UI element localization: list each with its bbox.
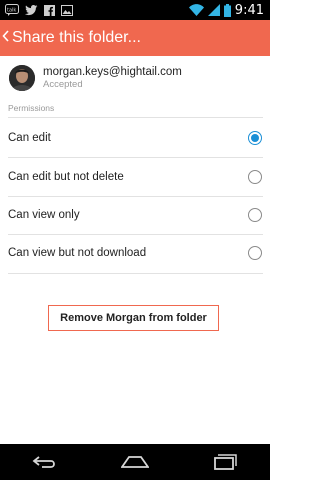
talk-icon: talk [5,3,19,17]
status-bar: talk 9:41 [0,0,270,20]
permission-option-can-view-only[interactable]: Can view only [0,196,270,234]
divider [8,273,263,274]
permissions-label: Permissions [8,103,55,113]
page-title: Share this folder... [12,29,141,46]
radio-button[interactable] [248,170,262,184]
wifi-icon [188,3,204,17]
svg-text:talk: talk [7,8,16,14]
permission-option-can-edit[interactable]: Can edit [0,119,270,157]
notification-icons: talk [0,3,73,17]
twitter-icon [25,3,38,17]
radio-dot [251,134,259,142]
remove-user-button[interactable]: Remove Morgan from folder [48,305,219,331]
app-bar: Share this folder... [0,20,270,56]
signal-icon [207,3,220,17]
image-icon [61,3,73,17]
radio-button[interactable] [248,208,262,222]
permission-option-can-view-not-download[interactable]: Can view but not download [0,234,270,272]
clock: 9:41 [234,2,264,18]
radio-button-checked[interactable] [248,131,262,145]
permission-option-can-edit-not-delete[interactable]: Can edit but not delete [0,158,270,196]
shared-user-row: morgan.keys@hightail.com Accepted [0,56,270,100]
permission-option-label: Can view but not download [8,247,147,259]
home-icon[interactable] [110,444,160,480]
user-status: Accepted [43,79,83,90]
facebook-icon [44,3,55,17]
back-icon[interactable] [20,444,70,480]
battery-icon [223,3,231,17]
radio-button[interactable] [248,246,262,260]
user-email: morgan.keys@hightail.com [43,66,182,78]
recent-apps-icon[interactable] [200,444,250,480]
permission-option-label: Can view only [8,209,80,221]
permission-option-label: Can edit but not delete [8,171,124,183]
divider [8,117,263,118]
permission-option-label: Can edit [8,132,51,144]
avatar [9,65,35,91]
nav-bar [0,444,270,480]
back-button[interactable]: Share this folder... [0,20,141,56]
chevron-left-icon [2,29,9,47]
